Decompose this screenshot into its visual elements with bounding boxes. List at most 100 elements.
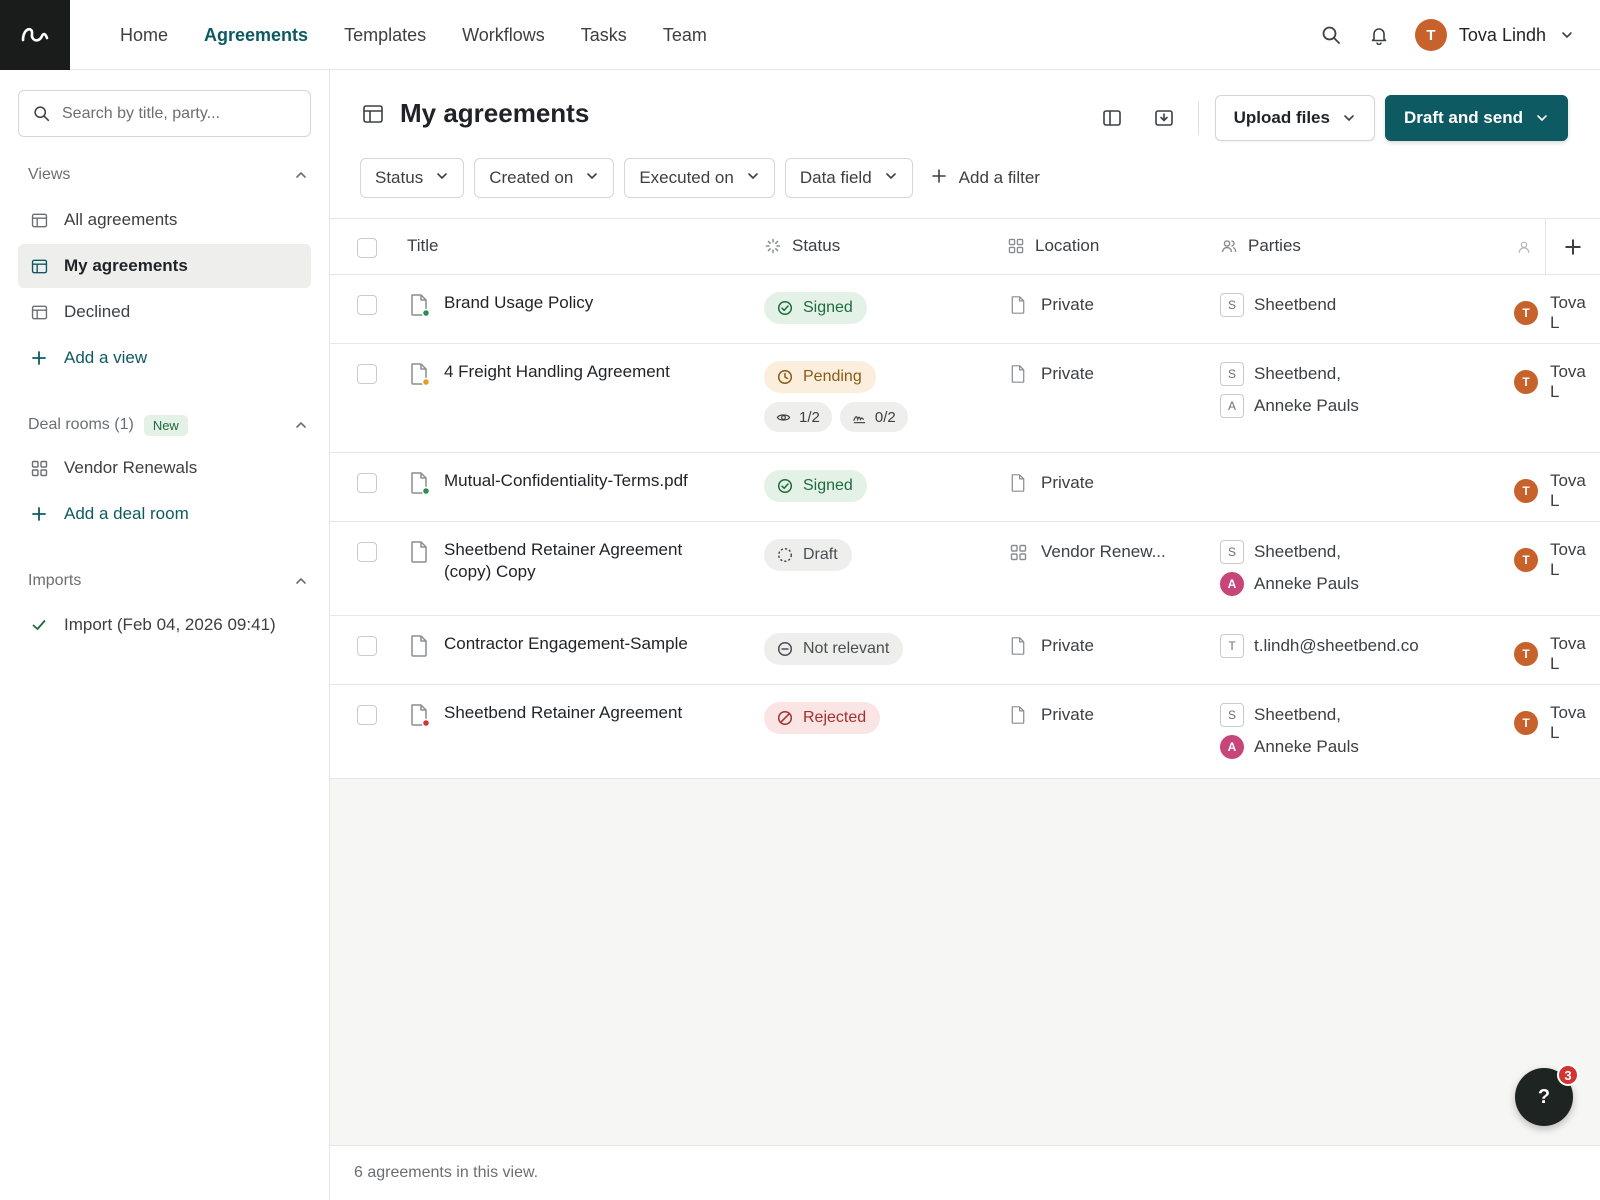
filter-status[interactable]: Status [360,158,465,198]
location-cell: Private [1009,473,1094,493]
location-cell: Private [1009,636,1094,656]
party[interactable]: A Anneke Pauls [1220,390,1359,422]
party[interactable]: S Sheetbend, [1220,358,1359,390]
add-column-button[interactable] [1545,219,1600,275]
row-checkbox[interactable] [357,295,377,315]
chevron-down-icon [585,168,599,188]
party-name: Sheetbend [1254,295,1337,314]
bell-icon[interactable] [1367,23,1391,47]
logo[interactable] [0,0,70,70]
status-badge: Signed [764,470,867,502]
status-badge: Rejected [764,702,881,734]
party-name: t.lindh@sheetbend.co [1254,636,1419,655]
views-section-header[interactable]: Views [28,163,308,187]
row-checkbox[interactable] [357,542,377,562]
help-button[interactable]: ? 3 [1515,1064,1579,1126]
row-checkbox[interactable] [357,636,377,656]
imports-section-header[interactable]: Imports [28,569,308,593]
user-menu[interactable]: T Tova Lindh [1414,19,1574,51]
agreement-title[interactable]: Sheetbend Retainer Agreement [444,702,734,724]
add-deal-room-button[interactable]: Add a deal room [18,492,311,536]
sidebar-item-declined[interactable]: Declined [18,290,311,334]
row-checkbox[interactable] [357,705,377,725]
agreement-title-line: Brand Usage Policy [444,293,594,312]
row-checkbox[interactable] [357,473,377,493]
split-panel-icon[interactable] [1094,100,1130,136]
upload-files-button[interactable]: Upload files [1214,95,1375,141]
status-badge: Draft [764,539,852,571]
agreement-title[interactable]: Sheetbend Retainer Agreement (copy) Copy [444,539,734,583]
table-row[interactable]: Sheetbend Retainer Agreement (copy) Copy D… [330,522,1600,616]
party[interactable]: A Anneke Pauls [1220,731,1359,763]
sidebar-item-label: Declined [64,302,131,321]
agreement-title[interactable]: 4 Freight Handling Agreement [444,361,734,383]
toolbar-divider [1197,101,1199,135]
column-header-parties[interactable]: Parties [1220,236,1301,256]
agreement-title[interactable]: Brand Usage Policy [444,292,734,314]
location-label: Private [1041,636,1094,655]
help-icon: ? [1537,1085,1551,1108]
owner-name: Tova L [1549,471,1586,510]
sidebar-item-all-agreements[interactable]: All agreements [18,198,311,242]
status-cell: Draft [764,539,852,571]
search-input[interactable] [62,104,282,123]
nav-team[interactable]: Team [645,25,725,46]
column-header-status[interactable]: Status [764,236,840,256]
location-label: Private [1041,295,1094,314]
select-all-checkbox[interactable] [357,238,377,258]
table-row[interactable]: Contractor Engagement-Sample Not relevant… [330,616,1600,685]
draft-and-send-button[interactable]: Draft and send [1384,95,1568,141]
column-header-owner[interactable] [1515,238,1543,256]
sidebar-item-vendor-renewals[interactable]: Vendor Renewals [18,446,311,490]
search-icon[interactable] [1319,23,1343,47]
search-box[interactable] [18,90,311,137]
agreement-title[interactable]: Mutual-Confidentiality-Terms.pdf [444,470,734,492]
sidebar-item-import[interactable]: Import (Feb 04, 2026 09:41) [18,603,311,647]
nav-templates[interactable]: Templates [326,25,444,46]
file-icon [1009,365,1027,383]
table-row[interactable]: Sheetbend Retainer Agreement Rejected Priv… [330,685,1600,779]
party-avatar: T [1220,634,1244,658]
party[interactable]: S Sheetbend [1220,289,1336,321]
column-header-title[interactable]: Title [407,236,439,256]
party[interactable]: A Anneke Pauls [1220,568,1359,600]
deal-rooms-section-header[interactable]: Deal rooms (1) New [28,413,308,437]
sidebar-item-my-agreements[interactable]: My agreements [18,244,311,288]
download-icon[interactable] [1146,100,1182,136]
agreement-title-line: (copy) Copy [444,562,536,581]
filter-executed-on[interactable]: Executed on [624,158,775,198]
nav-workflows[interactable]: Workflows [444,25,563,46]
document-icon [408,362,431,387]
party-avatar: S [1220,362,1244,386]
nav-tasks[interactable]: Tasks [563,25,645,46]
table-view-icon [30,257,48,275]
nav-home[interactable]: Home [102,25,186,46]
people-icon [1220,237,1238,255]
party[interactable]: Tt.lindh@sheetbend.co [1220,630,1419,662]
row-checkbox[interactable] [357,364,377,384]
table-footer: 6 agreements in this view. [330,1145,1600,1200]
agreement-title[interactable]: Contractor Engagement-Sample [444,633,734,655]
nav-agreements[interactable]: Agreements [186,25,326,46]
add-filter-button[interactable]: Add a filter [931,168,1040,189]
table-row[interactable]: Mutual-Confidentiality-Terms.pdf Signed Pr… [330,453,1600,522]
location-label: Private [1041,473,1094,492]
status-badge: Not relevant [764,633,904,665]
filter-data-field[interactable]: Data field [784,158,913,198]
column-header-location[interactable]: Location [1007,236,1099,256]
owner-cell: T Tova L [1514,293,1600,333]
filter-created-on[interactable]: Created on [474,158,615,198]
views-label: Views [28,166,71,183]
status-label: Rejected [803,709,867,726]
status-signed-icon [777,478,793,494]
owner-cell: T Tova L [1514,540,1600,580]
table-row[interactable]: 4 Freight Handling Agreement Pending 1/2 0/… [330,344,1600,453]
owner-name: Tova L [1549,703,1586,742]
table-row[interactable]: Brand Usage Policy Signed Private S Sheetben… [330,275,1600,344]
party-name: Sheetbend, [1254,705,1341,724]
owner-avatar: T [1514,642,1538,666]
add-view-button[interactable]: Add a view [18,336,311,380]
party[interactable]: S Sheetbend, [1220,536,1359,568]
party[interactable]: S Sheetbend, [1220,699,1359,731]
agreements-table: Title Status Location Parties Brand Usag… [330,219,1600,779]
